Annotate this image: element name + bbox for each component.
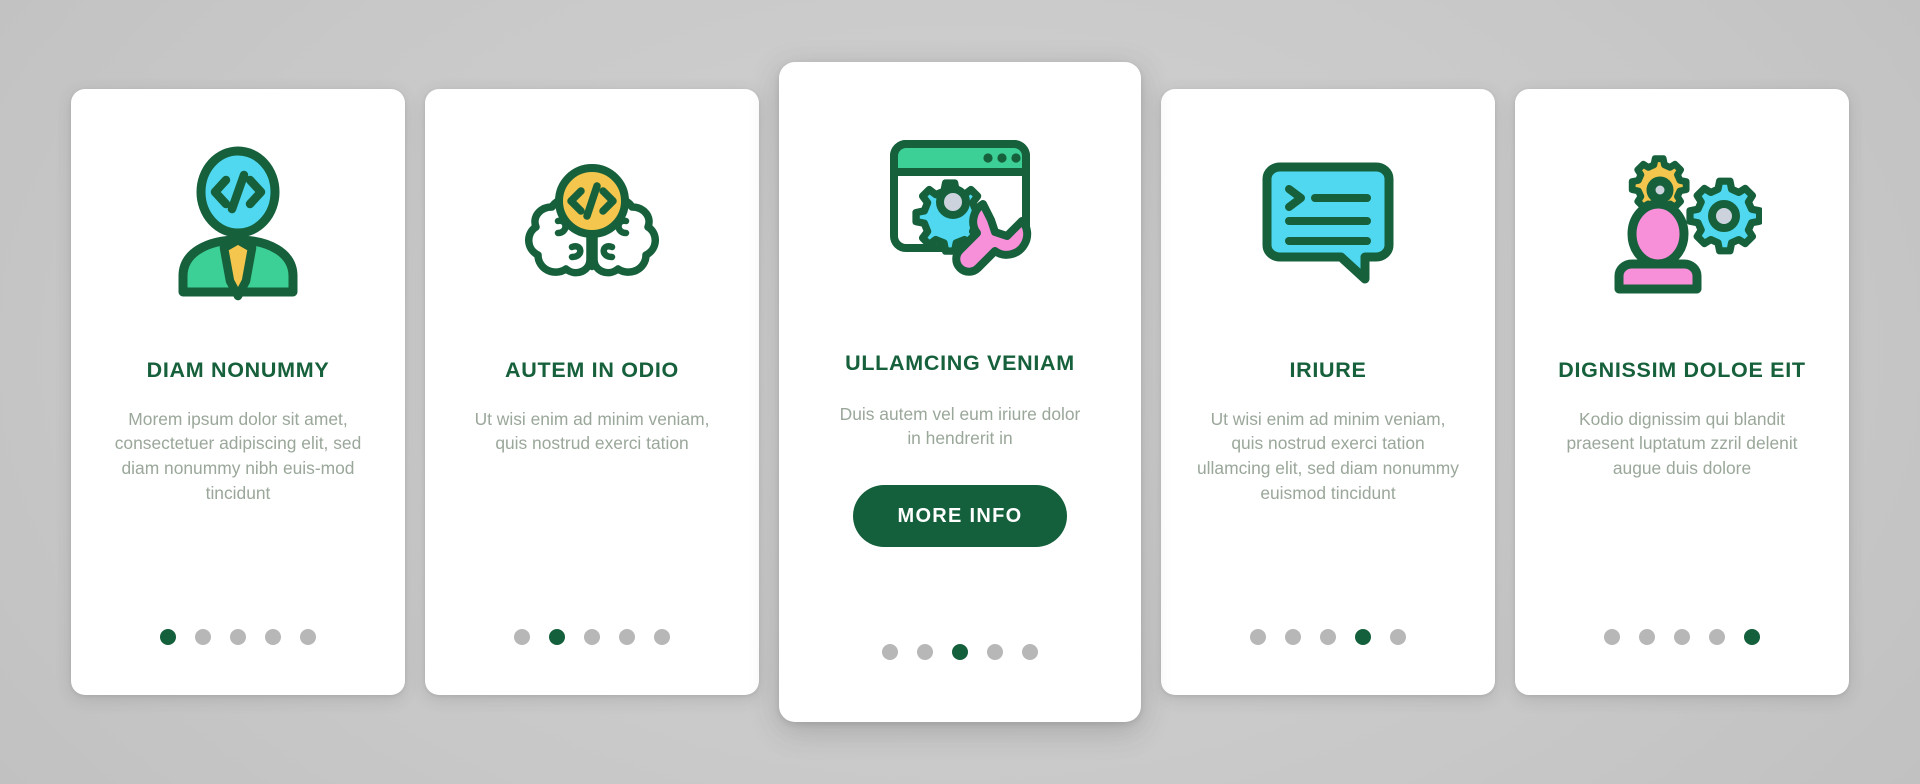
chat-terminal-bubble-icon	[1177, 89, 1479, 359]
pagination-dot-1[interactable]	[1604, 629, 1620, 645]
onboarding-card-3-featured[interactable]: ULLAMCING VENIAM Duis autem vel eum iriu…	[779, 62, 1141, 722]
pagination-dot-5[interactable]	[1390, 629, 1406, 645]
card-body-text: Ut wisi enim ad minim veniam, quis nostr…	[474, 408, 710, 454]
pagination-dots	[71, 629, 405, 645]
onboarding-card-1[interactable]: DIAM NONUMMY Morem ipsum dolor sit amet,…	[71, 89, 405, 695]
brain-code-icon	[441, 89, 743, 359]
pagination-dot-2[interactable]	[917, 644, 933, 660]
card-title: IRIURE	[1289, 358, 1367, 382]
pagination-dot-3[interactable]	[1674, 629, 1690, 645]
pagination-dot-2[interactable]	[195, 629, 211, 645]
card-title: DIGNISSIM DOLOE EIT	[1558, 358, 1806, 382]
pagination-dot-4[interactable]	[1355, 629, 1371, 645]
pagination-dot-3[interactable]	[952, 644, 968, 660]
card-body-text: Kodio dignissim qui blandit praesent lup…	[1566, 408, 1798, 479]
person-gears-settings-icon	[1531, 89, 1833, 359]
card-body-text: Duis autem vel eum iriure dolor in hendr…	[839, 403, 1081, 449]
pagination-dots	[779, 644, 1141, 660]
pagination-dot-4[interactable]	[987, 644, 1003, 660]
pagination-dot-3[interactable]	[1320, 629, 1336, 645]
more-info-button[interactable]: MORE INFO	[853, 485, 1067, 548]
pagination-dots	[425, 629, 759, 645]
cards-row: DIAM NONUMMY Morem ipsum dolor sit amet,…	[0, 0, 1920, 784]
onboarding-screens-stage: DIAM NONUMMY Morem ipsum dolor sit amet,…	[0, 0, 1920, 784]
card-title: ULLAMCING VENIAM	[845, 351, 1075, 375]
pagination-dot-2[interactable]	[549, 629, 565, 645]
browser-gear-wrench-icon	[795, 62, 1125, 352]
card-body-text: Morem ipsum dolor sit amet, consectetuer…	[114, 408, 362, 503]
pagination-dot-2[interactable]	[1285, 629, 1301, 645]
card-title: DIAM NONUMMY	[146, 358, 330, 382]
pagination-dot-4[interactable]	[1709, 629, 1725, 645]
pagination-dot-5[interactable]	[300, 629, 316, 645]
programmer-code-person-icon	[87, 89, 389, 359]
pagination-dot-5[interactable]	[1744, 629, 1760, 645]
pagination-dot-2[interactable]	[1639, 629, 1655, 645]
pagination-dot-1[interactable]	[882, 644, 898, 660]
pagination-dots	[1161, 629, 1495, 645]
onboarding-card-4[interactable]: IRIURE Ut wisi enim ad minim veniam, qui…	[1161, 89, 1495, 695]
card-title: AUTEM IN ODIO	[505, 358, 679, 382]
pagination-dot-4[interactable]	[265, 629, 281, 645]
pagination-dot-4[interactable]	[619, 629, 635, 645]
pagination-dots	[1515, 629, 1849, 645]
pagination-dot-3[interactable]	[230, 629, 246, 645]
pagination-dot-1[interactable]	[514, 629, 530, 645]
onboarding-card-2[interactable]: AUTEM IN ODIO Ut wisi enim ad minim veni…	[425, 89, 759, 695]
pagination-dot-3[interactable]	[584, 629, 600, 645]
pagination-dot-1[interactable]	[1250, 629, 1266, 645]
onboarding-card-5[interactable]: DIGNISSIM DOLOE EIT Kodio dignissim qui …	[1515, 89, 1849, 695]
pagination-dot-1[interactable]	[160, 629, 176, 645]
pagination-dot-5[interactable]	[1022, 644, 1038, 660]
card-body-text: Ut wisi enim ad minim veniam, quis nostr…	[1197, 408, 1459, 503]
pagination-dot-5[interactable]	[654, 629, 670, 645]
